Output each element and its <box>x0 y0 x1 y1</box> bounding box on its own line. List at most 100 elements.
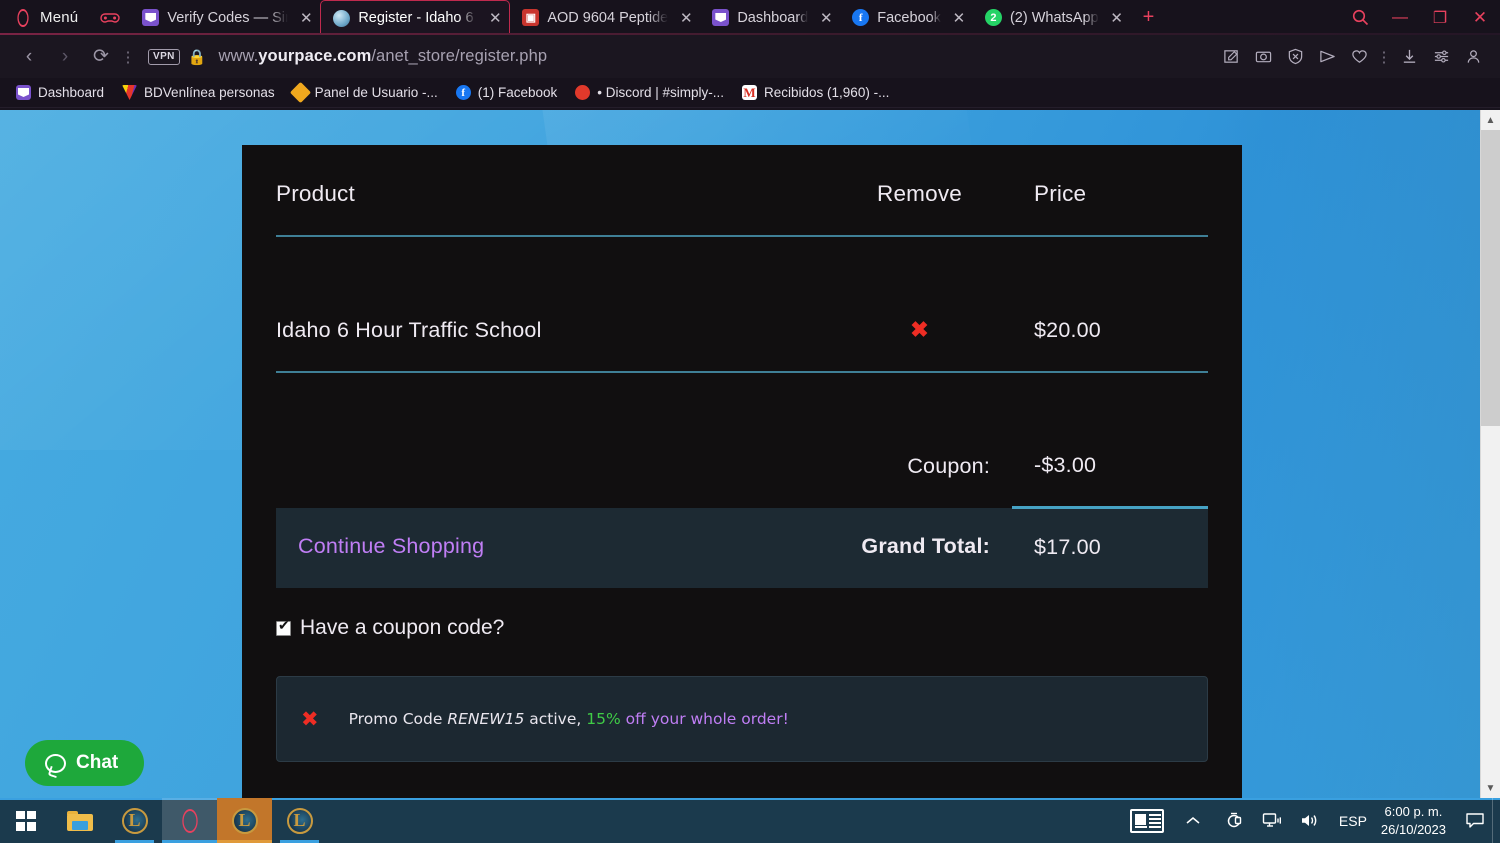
cart-item-price: $20.00 <box>1034 317 1101 342</box>
page-scrollbar[interactable]: ▲ ▼ <box>1480 110 1500 798</box>
taskbar-item-league-1[interactable] <box>107 798 162 843</box>
promo-code-value: RENEW15 <box>447 710 525 728</box>
url-text[interactable]: www.yourpace.com/anet_store/register.php <box>218 47 547 66</box>
cart-section: Product Remove Price Idaho 6 Hour Traffi… <box>242 145 1242 588</box>
bookmark-label: Recibidos (1,960) -... <box>764 85 890 100</box>
chat-widget-label: Chat <box>76 752 119 773</box>
tab-gamepad-icon[interactable] <box>90 0 130 35</box>
back-icon[interactable]: ‹ <box>12 40 46 74</box>
grand-total-row: Continue Shopping Grand Total: $17.00 <box>276 506 1208 588</box>
remove-item-icon[interactable]: ✖ <box>910 317 928 343</box>
url-domain: yourpace.com <box>258 47 372 65</box>
heart-icon[interactable] <box>1344 40 1374 74</box>
bookmarks-bar: Dashboard BDVenlínea personas Panel de U… <box>0 78 1500 108</box>
promo-mid: active, <box>524 710 582 728</box>
bookmark-discord[interactable]: • Discord | #simply-... <box>569 85 736 100</box>
lock-icon[interactable]: 🔒 <box>188 48 207 66</box>
cart-item-name: Idaho 6 Hour Traffic School <box>276 317 542 342</box>
bookmark-dashboard[interactable]: Dashboard <box>10 85 116 100</box>
camera-icon[interactable] <box>1215 798 1253 843</box>
windows-icon <box>16 810 36 831</box>
forward-icon[interactable]: › <box>48 40 82 74</box>
extensions-overflow-icon[interactable]: ⋮ <box>1376 48 1392 66</box>
coupon-row: Coupon: -$3.00 <box>276 427 1208 508</box>
show-hidden-icons-icon[interactable] <box>1171 798 1215 843</box>
network-icon[interactable] <box>1253 798 1291 843</box>
close-icon[interactable]: ✕ <box>485 8 505 28</box>
profile-avatar-icon[interactable] <box>1458 40 1488 74</box>
gmail-icon: M <box>742 85 758 100</box>
tab-title: Facebook <box>877 9 941 26</box>
tab-whatsapp[interactable]: 2 (2) WhatsApp ✕ <box>973 2 1131 33</box>
cart-header-divider <box>276 235 1208 291</box>
page-actions-icon[interactable]: ⋮ <box>120 48 136 66</box>
bookmark-panel-usuario[interactable]: Panel de Usuario -... <box>287 81 450 104</box>
taskbar-item-league-2[interactable] <box>217 798 272 843</box>
have-coupon-code-toggle[interactable]: Have a coupon code? <box>276 616 1242 640</box>
tab-dashboard[interactable]: Dashboard ✕ <box>700 2 840 33</box>
new-tab-button[interactable]: + <box>1131 6 1167 29</box>
scrollbar-thumb[interactable] <box>1481 130 1500 426</box>
close-icon[interactable]: ✕ <box>1107 8 1127 28</box>
taskbar-item-file-explorer[interactable] <box>52 798 107 843</box>
windows-taskbar: ESP 6:00 p. m. 26/10/2023 <box>0 798 1500 843</box>
minimize-button[interactable]: — <box>1380 0 1420 35</box>
close-icon[interactable]: ✕ <box>676 8 696 28</box>
reload-icon[interactable]: ⟳ <box>84 40 118 74</box>
language-indicator[interactable]: ESP <box>1329 813 1377 829</box>
chat-widget-button[interactable]: Chat <box>25 740 145 786</box>
camera-icon[interactable] <box>1248 40 1278 74</box>
mail-icon <box>142 9 160 26</box>
scroll-down-icon[interactable]: ▼ <box>1481 778 1500 798</box>
league-icon <box>121 807 148 834</box>
tab-title: (2) WhatsApp <box>1009 9 1099 26</box>
close-icon[interactable]: ✕ <box>949 8 969 28</box>
bookmark-facebook[interactable]: f (1) Facebook <box>450 85 570 100</box>
whatsapp-icon: 2 <box>984 9 1002 26</box>
easy-setup-icon[interactable] <box>1426 40 1456 74</box>
close-icon[interactable]: ✕ <box>296 8 316 28</box>
vpn-badge[interactable]: VPN <box>148 48 180 65</box>
coupon-checkbox[interactable] <box>276 618 291 636</box>
mail-icon <box>712 9 730 26</box>
continue-shopping-link[interactable]: Continue Shopping <box>298 534 484 558</box>
cart-table: Product Remove Price Idaho 6 Hour Traffi… <box>276 181 1208 588</box>
edit-note-icon[interactable] <box>1216 40 1246 74</box>
url-prefix: www. <box>218 47 259 65</box>
file-explorer-icon <box>66 810 93 831</box>
bookmark-bdvenlinea[interactable]: BDVenlínea personas <box>116 85 287 100</box>
remove-promo-icon[interactable]: ✖ <box>301 707 319 731</box>
restore-button[interactable]: ❐ <box>1420 0 1460 35</box>
tab-facebook[interactable]: f Facebook ✕ <box>840 2 973 33</box>
close-window-button[interactable]: ✕ <box>1460 0 1500 35</box>
notifications-icon[interactable] <box>1456 798 1494 843</box>
promo-text: Promo Code RENEW15 active, 15% off your … <box>349 710 789 728</box>
volume-icon[interactable] <box>1291 798 1329 843</box>
search-icon[interactable] <box>1340 0 1380 35</box>
clock[interactable]: 6:00 p. m. 26/10/2023 <box>1377 803 1456 838</box>
bookmark-recibidos[interactable]: M Recibidos (1,960) -... <box>736 85 901 100</box>
checkout-page: Product Remove Price Idaho 6 Hour Traffi… <box>242 145 1242 798</box>
coupon-toggle-label: Have a coupon code? <box>300 616 505 639</box>
downloads-icon[interactable] <box>1394 40 1424 74</box>
tab-register-idaho[interactable]: Register - Idaho 6 Hou ✕ <box>320 0 511 35</box>
show-desktop-button[interactable] <box>1492 798 1500 843</box>
tab-title: Dashboard <box>737 9 809 26</box>
scroll-up-icon[interactable]: ▲ <box>1481 110 1500 130</box>
opera-menu-button[interactable]: Menú <box>0 0 90 35</box>
ad-blocker-shield-icon[interactable] <box>1280 40 1310 74</box>
bookmark-label: Panel de Usuario -... <box>314 85 438 100</box>
taskbar-item-league-3[interactable] <box>272 798 327 843</box>
bookmark-label: • Discord | #simply-... <box>597 85 725 100</box>
taskbar-item-opera[interactable] <box>162 798 217 843</box>
diamond-icon <box>289 81 311 104</box>
news-and-interests-icon[interactable] <box>1123 798 1171 843</box>
close-icon[interactable]: ✕ <box>816 8 836 28</box>
send-flow-icon[interactable] <box>1312 40 1342 74</box>
start-button[interactable] <box>0 798 52 843</box>
tab-aod-peptide[interactable]: ▣ AOD 9604 Peptide | Bu ✕ <box>510 2 700 33</box>
tab-verify-codes[interactable]: Verify Codes — Simply ✕ <box>130 2 320 33</box>
column-header-remove: Remove <box>877 181 962 206</box>
wallpaper-sheen-3 <box>1200 110 1500 798</box>
globe-icon <box>333 9 351 27</box>
